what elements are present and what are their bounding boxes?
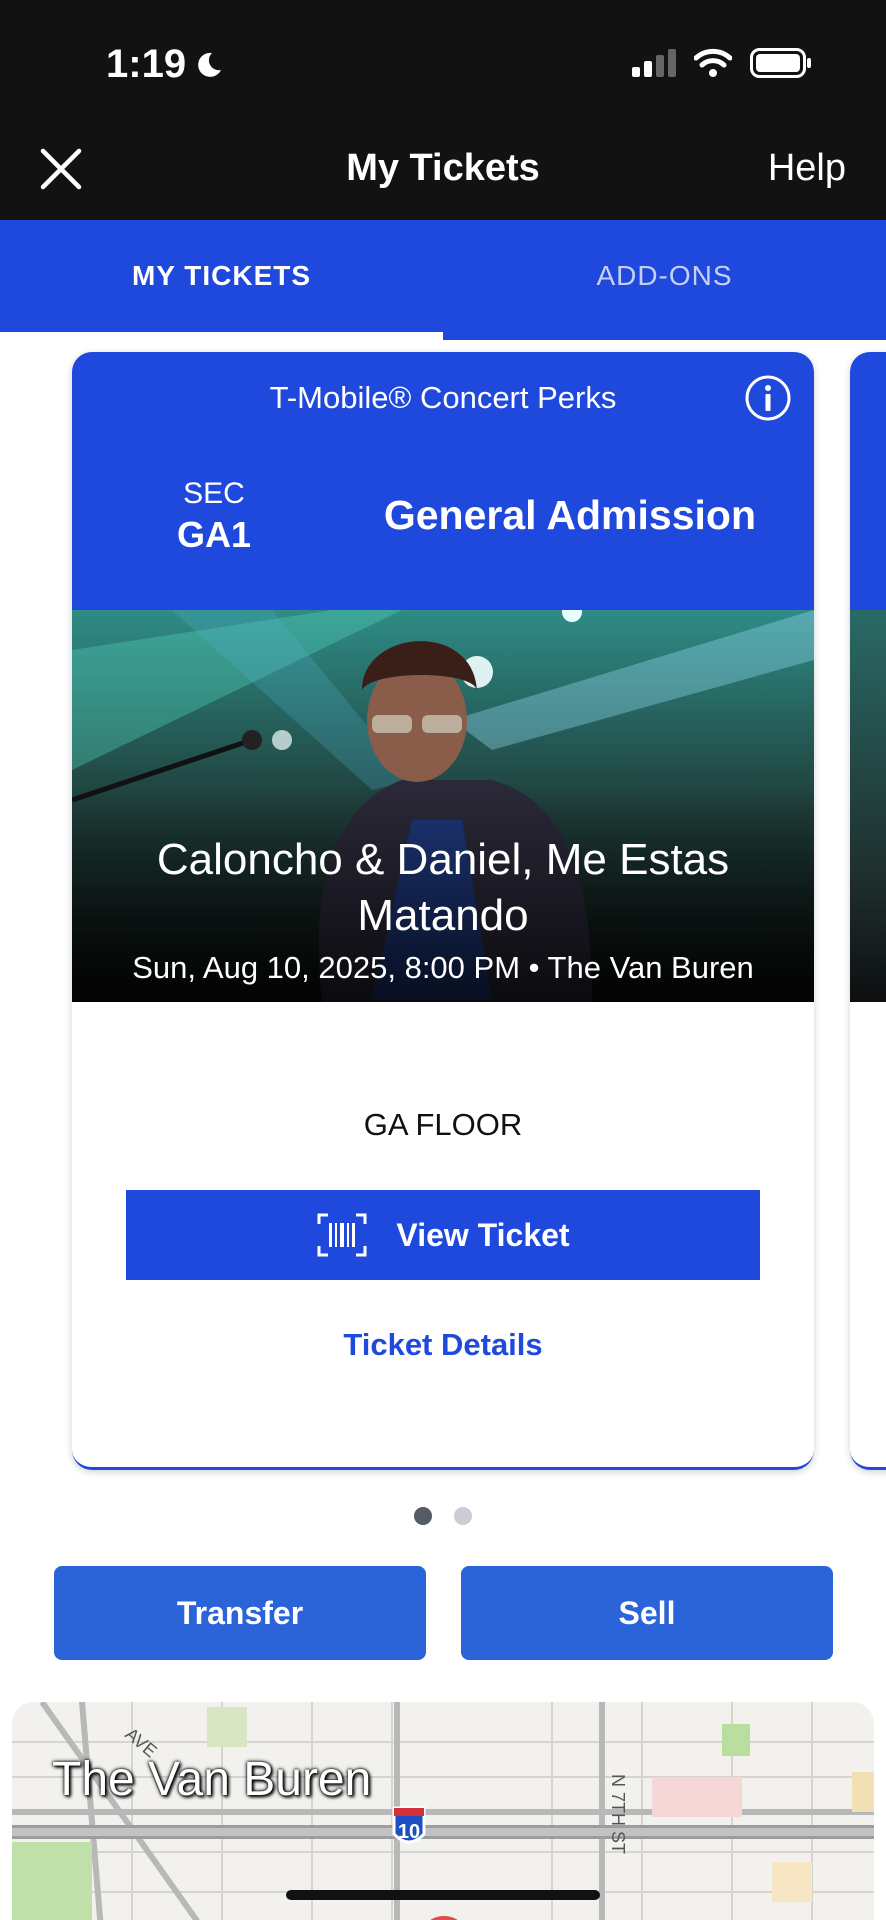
- page-dot-1[interactable]: [414, 1507, 432, 1525]
- active-tab-indicator: [0, 332, 443, 340]
- status-time-text: 1:19: [106, 42, 187, 86]
- status-icons: [632, 48, 812, 78]
- tab-bar: MY TICKETS ADD-ONS: [0, 220, 886, 340]
- section-label: SEC: [183, 477, 245, 510]
- map-tiles: AVE N 7TH ST 10: [12, 1702, 874, 1920]
- event-title: Caloncho & Daniel, Me Estas Matando: [156, 835, 730, 940]
- event-image: Caloncho & Daniel, Me Estas Matando Sun,…: [72, 610, 814, 1002]
- concert-perks-label: T-Mobile® Concert Perks: [269, 380, 617, 415]
- page-dot-2[interactable]: [454, 1507, 472, 1525]
- ticket-card[interactable]: T-Mobile® Concert Perks SEC GA1 General …: [72, 352, 814, 1470]
- tab-add-ons[interactable]: ADD-ONS: [443, 220, 886, 340]
- next-ticket-card[interactable]: [850, 352, 886, 1470]
- admission-type: General Admission: [383, 492, 756, 538]
- cellular-signal-icon: [632, 49, 676, 77]
- venue-pin-icon: [430, 1916, 458, 1920]
- event-meta: Sun, Aug 10, 2025, 8:00 PM • The Van Bur…: [132, 950, 754, 985]
- ticket-details-link[interactable]: Ticket Details: [72, 1327, 814, 1363]
- transfer-button[interactable]: Transfer: [54, 1566, 426, 1660]
- map-venue-label: The Van Buren: [52, 1753, 372, 1806]
- help-link[interactable]: Help: [768, 147, 846, 190]
- battery-icon: [750, 48, 811, 78]
- next-ticket-header: [850, 352, 886, 610]
- view-ticket-button[interactable]: View Ticket: [126, 1190, 760, 1280]
- moon-icon: [198, 52, 222, 77]
- info-icon[interactable]: [744, 374, 792, 422]
- home-indicator[interactable]: [286, 1890, 600, 1900]
- map-street-7th: N 7TH ST: [608, 1774, 628, 1854]
- page-title: My Tickets: [346, 147, 540, 189]
- highway-number: 10: [398, 1821, 420, 1843]
- wifi-icon: [694, 48, 732, 77]
- venue-map[interactable]: AVE N 7TH ST 10 The Van Buren: [12, 1702, 874, 1920]
- barcode-icon: [317, 1213, 367, 1257]
- tab-indicator-track: [443, 338, 886, 340]
- status-time: 1:19: [106, 42, 224, 87]
- ticket-area: GA FLOOR: [363, 1107, 523, 1142]
- next-ticket-image: [850, 610, 886, 1002]
- tab-my-tickets[interactable]: MY TICKETS: [0, 220, 443, 340]
- view-ticket-label: View Ticket: [396, 1216, 570, 1253]
- sell-button[interactable]: Sell: [461, 1566, 833, 1660]
- ticket-header: T-Mobile® Concert Perks SEC GA1 General …: [72, 352, 814, 610]
- section-value: GA1: [176, 514, 252, 555]
